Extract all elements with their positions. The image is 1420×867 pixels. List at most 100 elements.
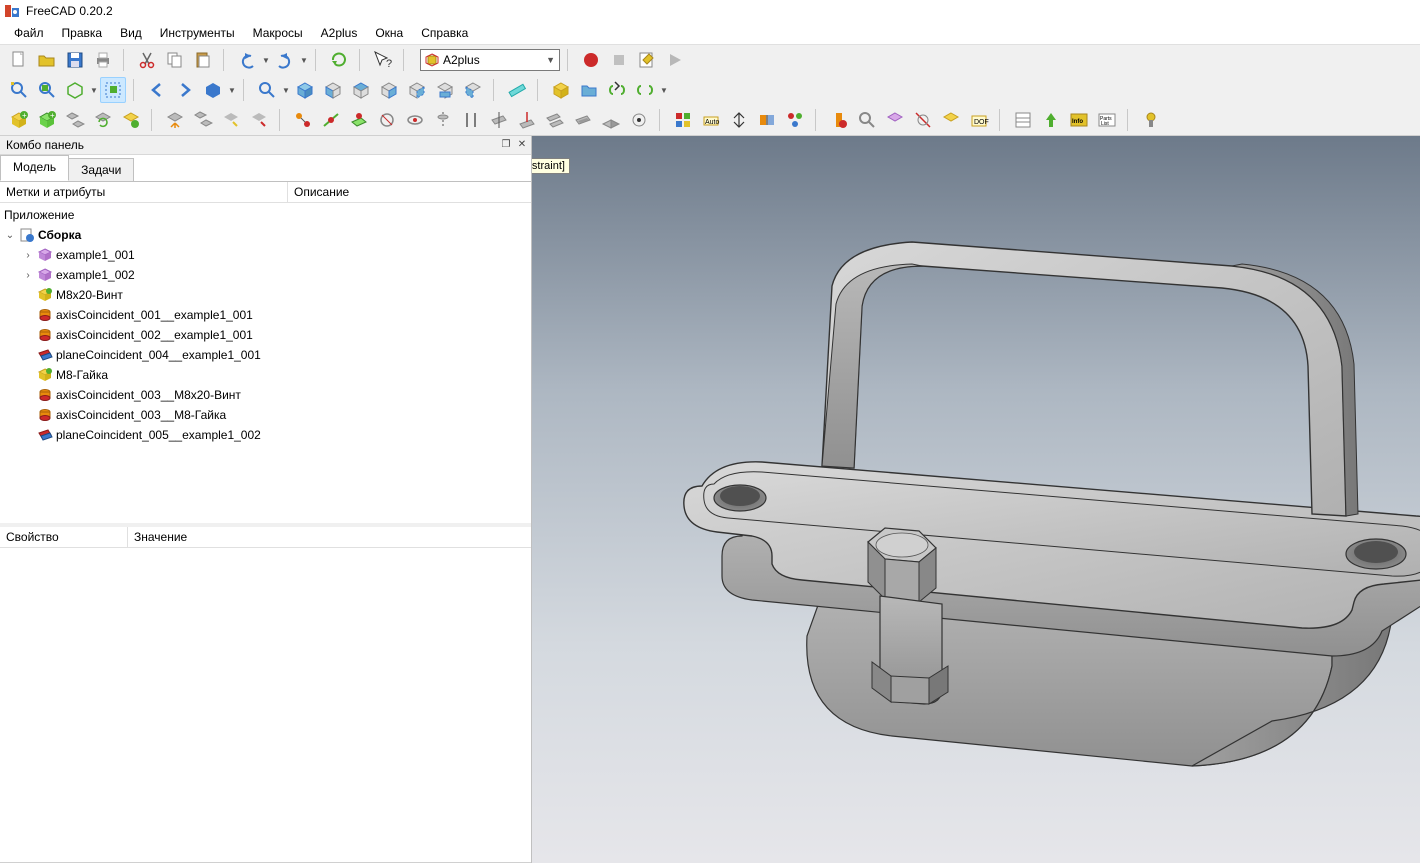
redo-dropdown-icon[interactable]: ▼: [300, 56, 308, 65]
expander-icon[interactable]: ⌄: [4, 230, 16, 241]
tree-item[interactable]: axisCoincident_002__example1_001: [0, 325, 531, 345]
a2p-axis-plane-parallel-icon[interactable]: [486, 107, 512, 133]
a2p-duplicate-icon[interactable]: [190, 107, 216, 133]
a2p-add-shape-icon[interactable]: +: [34, 107, 60, 133]
menu-help[interactable]: Справка: [413, 24, 476, 42]
tree-item[interactable]: planeCoincident_004__example1_001: [0, 345, 531, 365]
zoom-dd-icon[interactable]: ▼: [282, 86, 290, 95]
a2p-point-on-plane-icon[interactable]: [346, 107, 372, 133]
a2p-point-identity-icon[interactable]: [290, 107, 316, 133]
link-actions-dd-icon[interactable]: ▼: [660, 86, 668, 95]
new-document-icon[interactable]: [6, 47, 32, 73]
tree-item[interactable]: planeCoincident_005__example1_002: [0, 425, 531, 445]
a2p-isolate-icon[interactable]: [882, 107, 908, 133]
a2p-toggle-transparency-icon[interactable]: [754, 107, 780, 133]
a2p-solve-icon[interactable]: Auto: [698, 107, 724, 133]
measure-icon[interactable]: [504, 77, 530, 103]
view-right-icon[interactable]: [376, 77, 402, 103]
a2p-edit-constraint-icon[interactable]: [218, 107, 244, 133]
a2p-repair-tree-icon[interactable]: [826, 107, 852, 133]
expander-icon[interactable]: ›: [22, 250, 34, 261]
nav-forward-icon[interactable]: [172, 77, 198, 103]
a2p-axis-plane-normal-icon[interactable]: [514, 107, 540, 133]
tree-app-root[interactable]: Приложение: [0, 205, 531, 225]
a2p-delete-icon[interactable]: [246, 107, 272, 133]
menu-macros[interactable]: Макросы: [245, 24, 311, 42]
draw-style-icon[interactable]: [62, 77, 88, 103]
a2p-move-icon[interactable]: [162, 107, 188, 133]
tree-item[interactable]: axisCoincident_003__М8-Гайка: [0, 405, 531, 425]
fit-all-icon[interactable]: [6, 77, 32, 103]
a2p-partlist-icon[interactable]: [1010, 107, 1036, 133]
view-left-icon[interactable]: [460, 77, 486, 103]
a2p-recursive-update-icon[interactable]: [118, 107, 144, 133]
a2p-show-all-icon[interactable]: [938, 107, 964, 133]
view-bottom-icon[interactable]: [432, 77, 458, 103]
workbench-selector[interactable]: A2plus ▼: [420, 49, 560, 71]
group-icon[interactable]: [576, 77, 602, 103]
a2p-point-on-line-icon[interactable]: [318, 107, 344, 133]
macro-edit-icon[interactable]: [634, 47, 660, 73]
tree-item[interactable]: ›example1_002: [0, 265, 531, 285]
a2p-axial-icon[interactable]: [430, 107, 456, 133]
view-rear-icon[interactable]: [404, 77, 430, 103]
print-icon[interactable]: [90, 47, 116, 73]
a2p-update-icon[interactable]: [90, 107, 116, 133]
tree-item[interactable]: М8-Гайка: [0, 365, 531, 385]
a2p-search-icon[interactable]: [854, 107, 880, 133]
menu-view[interactable]: Вид: [112, 24, 150, 42]
menu-tools[interactable]: Инструменты: [152, 24, 243, 42]
a2p-edit-part-icon[interactable]: [62, 107, 88, 133]
tree-root[interactable]: ⌄ Сборка: [0, 225, 531, 245]
a2p-add-part-icon[interactable]: +: [6, 107, 32, 133]
view-top-icon[interactable]: [348, 77, 374, 103]
a2p-dof-icon[interactable]: DOF: [966, 107, 992, 133]
a2p-parts-info-icon[interactable]: Info: [1066, 107, 1092, 133]
a2p-parts-list-icon[interactable]: PartsList: [1094, 107, 1120, 133]
model-tree[interactable]: Приложение ⌄ Сборка ›example1_001›exampl…: [0, 203, 531, 523]
macro-record-icon[interactable]: [578, 47, 604, 73]
view-iso-icon[interactable]: [292, 77, 318, 103]
a2p-diagnose-icon[interactable]: [1138, 107, 1164, 133]
a2p-define-constraints-icon[interactable]: [670, 107, 696, 133]
save-icon[interactable]: [62, 47, 88, 73]
panel-close-icon[interactable]: ✕: [515, 138, 529, 150]
fit-selection-icon[interactable]: [34, 77, 60, 103]
a2p-center-of-mass-icon[interactable]: [626, 107, 652, 133]
a2p-plane-coincident-icon[interactable]: [570, 107, 596, 133]
tab-model[interactable]: Модель: [0, 155, 69, 181]
paste-icon[interactable]: [190, 47, 216, 73]
menu-windows[interactable]: Окна: [367, 24, 411, 42]
tab-tasks[interactable]: Задачи: [68, 158, 134, 181]
a2p-planes-parallel-icon[interactable]: [542, 107, 568, 133]
link-nav-icon[interactable]: [200, 77, 226, 103]
tree-item[interactable]: М8х20-Винт: [0, 285, 531, 305]
bounding-box-icon[interactable]: [100, 77, 126, 103]
undo-dropdown-icon[interactable]: ▼: [262, 56, 270, 65]
whats-this-icon[interactable]: ?: [370, 47, 396, 73]
menu-edit[interactable]: Правка: [54, 24, 111, 42]
open-icon[interactable]: [34, 47, 60, 73]
a2p-angled-planes-icon[interactable]: [598, 107, 624, 133]
menu-a2plus[interactable]: A2plus: [313, 24, 366, 42]
tree-item[interactable]: axisCoincident_001__example1_001: [0, 305, 531, 325]
a2p-tree-icon[interactable]: [1038, 107, 1064, 133]
refresh-icon[interactable]: [326, 47, 352, 73]
macro-stop-icon[interactable]: [606, 47, 632, 73]
a2p-sphere-icon[interactable]: [374, 107, 400, 133]
link-dd-icon[interactable]: ▼: [228, 86, 236, 95]
a2p-show-hierarchy-icon[interactable]: [782, 107, 808, 133]
drawstyle-dd-icon[interactable]: ▼: [90, 86, 98, 95]
a2p-toggle-visibility-icon[interactable]: [910, 107, 936, 133]
panel-float-icon[interactable]: ❐: [499, 138, 513, 150]
expander-icon[interactable]: ›: [22, 270, 34, 281]
link-make-icon[interactable]: [604, 77, 630, 103]
macro-play-icon[interactable]: [662, 47, 688, 73]
redo-icon[interactable]: [272, 47, 298, 73]
cut-icon[interactable]: [134, 47, 160, 73]
tree-item[interactable]: axisCoincident_003__М8х20-Винт: [0, 385, 531, 405]
3d-viewport[interactable]: [A2p_Constraint]: [532, 136, 1420, 863]
link-actions-icon[interactable]: [632, 77, 658, 103]
tree-item[interactable]: ›example1_001: [0, 245, 531, 265]
copy-icon[interactable]: [162, 47, 188, 73]
